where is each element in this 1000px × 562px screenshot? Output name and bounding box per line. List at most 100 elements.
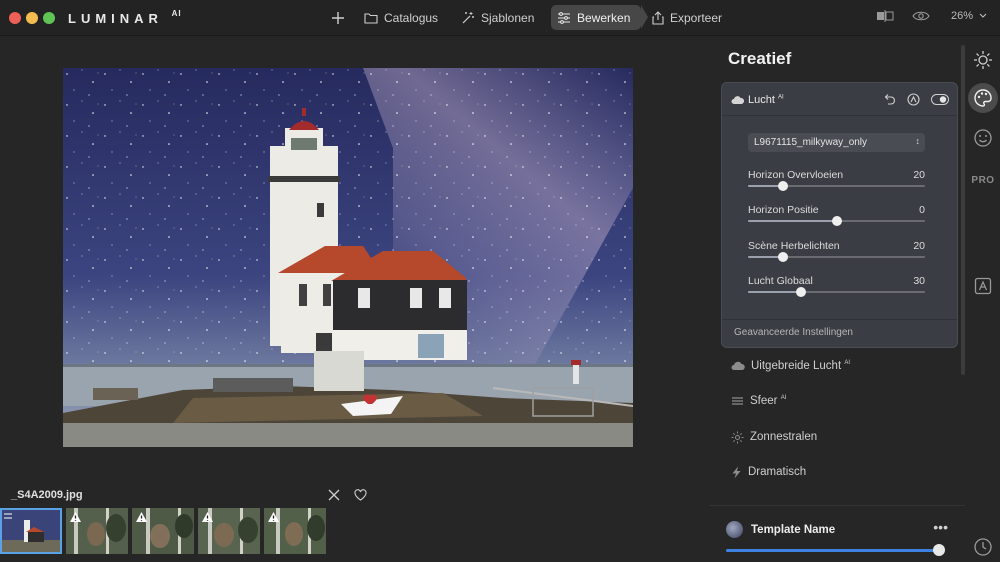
warning-icon	[268, 512, 279, 522]
category-pro[interactable]: PRO	[968, 165, 998, 195]
slider-knob[interactable]	[796, 287, 807, 297]
tab-export-label: Exporteer	[670, 10, 723, 25]
image-canvas	[0, 37, 708, 477]
favorite-button[interactable]	[354, 488, 367, 506]
sun-icon	[974, 51, 992, 69]
chevron-down-icon	[979, 13, 987, 18]
slider-fill	[748, 220, 837, 222]
magic-wand-icon	[462, 11, 474, 23]
close-icon	[328, 489, 340, 501]
filmstrip-thumbnail[interactable]	[66, 508, 128, 554]
tab-templates[interactable]: Sjablonen	[461, 5, 534, 30]
template-amount-knob[interactable]	[932, 544, 945, 556]
palette-icon	[974, 89, 992, 107]
slider-label: Horizon Positie	[748, 204, 819, 216]
main-photo[interactable]	[63, 68, 633, 447]
template-name: Template Name	[751, 524, 836, 536]
warning-icon	[136, 512, 147, 522]
mask-frame-icon	[974, 277, 992, 295]
add-photos-button[interactable]	[330, 5, 346, 30]
slider-label: Horizon Overvloeien	[748, 169, 844, 181]
slider-sky-global[interactable]: Lucht Globaal 30	[748, 275, 925, 305]
maximize-window-button[interactable]	[43, 12, 55, 24]
sun-rays-icon	[731, 431, 744, 443]
filmstrip-thumbnail[interactable]	[0, 508, 62, 554]
sliders-icon	[558, 11, 570, 24]
lighthouse-photo	[63, 68, 633, 447]
cloud-icon	[731, 96, 744, 104]
folder-icon	[364, 12, 378, 24]
category-local-masking[interactable]	[968, 271, 998, 301]
category-creative[interactable]	[968, 83, 998, 113]
clock-icon	[974, 538, 992, 556]
plus-icon	[332, 11, 344, 24]
slider-knob[interactable]	[778, 252, 789, 262]
template-row: Template Name •••	[726, 519, 956, 541]
cloud-icon	[731, 361, 745, 370]
filmstrip	[0, 508, 326, 554]
slider-knob[interactable]	[778, 181, 789, 191]
edits-icon	[4, 513, 12, 519]
slider-scene-relighting[interactable]: Scène Herbelichten 20	[748, 240, 925, 270]
tool-label: Dramatisch	[748, 466, 807, 478]
slider-value: 0	[919, 204, 925, 216]
tool-sunrays[interactable]: Zonnestralen	[731, 428, 817, 446]
sky-tool-label: Lucht AI	[748, 94, 784, 106]
sky-selection-dropdown[interactable]: L9671115_milkyway_only ↕	[748, 133, 925, 152]
top-bar: LUMINAR AI Catalogus Sjablonen Bewerken …	[0, 0, 1000, 36]
preview-button[interactable]	[912, 10, 930, 25]
zoom-level: 26%	[951, 10, 974, 22]
tool-atmosphere[interactable]: Sfeer AI	[731, 392, 786, 410]
tool-dramatic[interactable]: Dramatisch	[731, 463, 806, 481]
sky-selection-value: L9671115_milkyway_only	[754, 137, 868, 148]
tab-templates-label: Sjablonen	[481, 10, 535, 25]
tool-label: Uitgebreide Lucht AI	[751, 360, 851, 372]
filmstrip-thumbnail[interactable]	[198, 508, 260, 554]
tool-label: Zonnestralen	[750, 431, 818, 443]
lines-icon	[732, 397, 743, 405]
compare-icon	[877, 10, 894, 22]
face-icon	[974, 129, 992, 147]
warning-icon	[202, 512, 213, 522]
mask-icon[interactable]	[907, 93, 920, 106]
minimize-window-button[interactable]	[26, 12, 38, 24]
reject-button[interactable]	[328, 488, 340, 506]
heart-icon	[354, 489, 367, 501]
slider-value: 20	[913, 240, 925, 252]
current-filename: _S4A2009.jpg	[11, 489, 83, 501]
tab-catalog[interactable]: Catalogus	[364, 5, 438, 30]
filmstrip-thumbnail[interactable]	[132, 508, 194, 554]
toggle-visibility-icon[interactable]	[931, 94, 949, 105]
compare-button[interactable]	[876, 10, 894, 25]
history-button[interactable]	[968, 532, 998, 562]
template-amount-slider[interactable]	[726, 549, 945, 552]
slider-knob[interactable]	[831, 216, 842, 226]
tool-category-rail: PRO	[966, 37, 1000, 562]
divider	[709, 505, 965, 506]
sky-tool: Lucht AI L9671115_milkyway_only ↕ Horizo…	[721, 82, 958, 348]
tab-export[interactable]: Exporteer	[652, 5, 722, 30]
sky-tool-header[interactable]: Lucht AI	[722, 83, 957, 116]
tab-edit-label: Bewerken	[577, 10, 631, 25]
pro-label: PRO	[971, 174, 995, 186]
slider-horizon-blending[interactable]: Horizon Overvloeien 20	[748, 169, 925, 199]
zoom-dropdown[interactable]: 26%	[951, 10, 987, 22]
tool-augmented-sky[interactable]: Uitgebreide Lucht AI	[731, 357, 850, 375]
tool-label: Sfeer AI	[750, 395, 787, 407]
filmstrip-thumbnail[interactable]	[264, 508, 326, 554]
slider-label: Lucht Globaal	[748, 275, 813, 287]
tab-catalog-label: Catalogus	[384, 10, 439, 25]
panel-title: Creatief	[728, 49, 792, 68]
edit-panel: Creatief Lucht AI L9671115_milkyway_only…	[709, 37, 965, 562]
category-portrait[interactable]	[968, 123, 998, 153]
slider-value: 20	[913, 169, 925, 181]
undo-icon[interactable]	[883, 93, 896, 106]
advanced-settings-link[interactable]: Geavanceerde Instellingen	[734, 327, 853, 338]
tab-edit[interactable]: Bewerken	[551, 5, 648, 30]
slider-horizon-position[interactable]: Horizon Positie 0	[748, 204, 925, 234]
category-essentials[interactable]	[968, 45, 998, 75]
divider	[722, 319, 957, 320]
panel-scrollbar[interactable]	[961, 45, 965, 375]
close-window-button[interactable]	[9, 12, 21, 24]
more-options-button[interactable]: •••	[933, 519, 948, 535]
